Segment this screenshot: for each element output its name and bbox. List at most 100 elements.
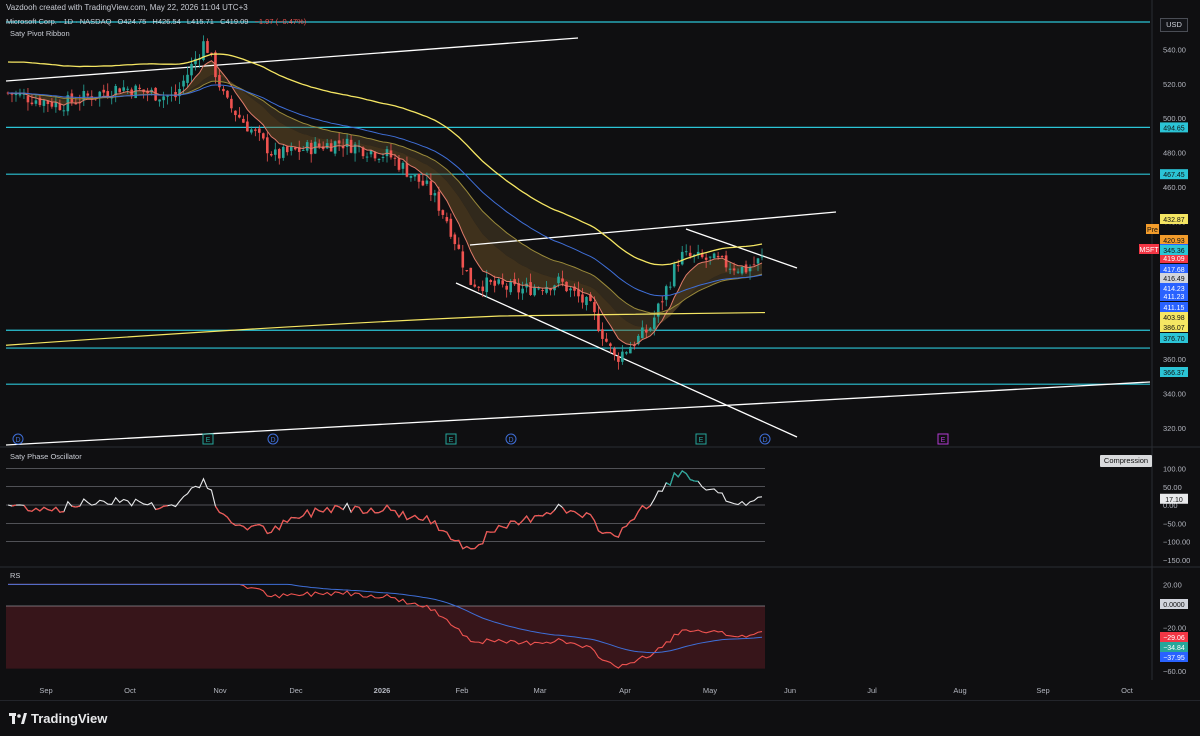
candle-body [601,329,604,339]
candle-body [226,90,229,98]
candle-body [457,244,461,249]
candle-body [126,88,129,90]
candle-body [648,328,652,331]
tradingview-logo[interactable]: TradingView [9,711,107,726]
candle-body [393,157,397,159]
candle-body [453,234,457,245]
candle-body [756,258,760,264]
candle-body [377,159,381,161]
event-marker-label: E [699,437,704,444]
rs-tick-label: −60.00 [1163,667,1186,676]
candle-body [489,280,493,282]
candle-body [449,218,453,237]
candle-body [541,290,544,292]
candle-body [385,149,389,157]
candle-body [712,253,716,259]
ribbon-indicator-label[interactable]: Saty Pivot Ribbon [10,29,70,38]
price-badge-label: 411.23 [1164,294,1185,301]
oscillator-indicator-label[interactable]: Saty Phase Oscillator [10,452,82,461]
candle-body [238,114,241,118]
price-badge-label: 366.37 [1163,370,1185,377]
ohlc-change: −1.97 (−0.47%) [254,17,307,26]
rs-tick-label: −20.00 [1163,624,1186,633]
candle-body [609,343,612,346]
candle-body [641,327,644,339]
candle-body [158,99,161,102]
price-tick-label: 460.00 [1163,183,1186,192]
chart-canvas[interactable]: DEDEDEDE 320.00340.00360.00380.00400.004… [0,0,1200,700]
level-badge-label: 467.45 [1163,172,1185,179]
oscillator-tick-label: −150.00 [1163,556,1190,565]
candle-body [281,146,285,158]
candle-body [182,80,185,87]
candle-body [485,277,489,293]
candle-body [581,294,584,303]
time-tick-label: Sep [1036,686,1049,695]
candle-body [481,286,485,292]
candle-body [26,96,30,103]
price-tick-label: 540.00 [1163,45,1186,54]
candle-body [676,265,680,267]
candle-body [325,143,329,149]
candle-body [230,98,233,109]
time-tick-label: Mar [534,686,547,695]
candle-body [752,264,756,266]
tradingview-logo-icon [9,712,27,724]
time-tick-label: Oct [1121,686,1134,695]
candle-body [246,121,249,132]
candle-body [166,95,169,97]
event-marker-label: E [449,437,454,444]
candle-body [409,175,413,178]
time-tick-label: Jun [784,686,796,695]
candle-body [724,255,728,268]
candle-body [289,146,293,151]
candle-body [613,348,616,356]
time-tick-label: Aug [953,686,966,695]
candle-body [716,255,720,258]
candle-body [262,133,265,139]
price-badge-label: 376.70 [1163,336,1185,343]
currency-selector[interactable]: USD [1160,18,1188,32]
oscillator-value-label: 17.10 [1165,497,1183,504]
candle-body [533,287,536,296]
candle-body [760,256,764,258]
price-tick-label: 480.00 [1163,149,1186,158]
time-tick-label: 2026 [374,686,391,695]
event-marker-label: D [508,437,513,444]
candle-body [617,356,620,362]
event-marker-label: E [941,437,946,444]
price-tick-label: 340.00 [1163,389,1186,398]
time-tick-label: Jul [867,686,877,695]
price-badge-label: 420.93 [1163,238,1185,245]
rs-value-label: 0.0000 [1163,602,1185,609]
candle-body [397,158,401,170]
candle-body [505,285,508,290]
oscillator-tick-label: −50.00 [1163,519,1186,528]
rs-indicator-label[interactable]: RS [10,571,20,580]
candle-body [521,288,524,294]
candle-body [732,268,736,271]
candle-body [301,149,305,151]
candle-body [254,129,257,131]
candle-body [258,128,261,133]
oscillator-tick-label: −100.00 [1163,538,1190,547]
candle-body [242,118,245,123]
rs-value-label: −34.84 [1163,645,1185,652]
candle-body [250,129,253,133]
footer-bar: TradingView [0,700,1200,736]
time-tick-label: May [703,686,717,695]
symbol-legend: Microsoft Corp. · 1D · NASDAQ O424.75 H4… [6,17,310,26]
candle-body [42,100,46,106]
time-tick-label: Sep [39,686,52,695]
candle-body [704,257,708,260]
candle-body [425,180,429,184]
candle-body [509,281,512,293]
price-tick-label: 520.00 [1163,80,1186,89]
candle-body [62,110,66,112]
symbol-name[interactable]: Microsoft Corp. · 1D · NASDAQ [6,17,111,26]
candle-body [708,256,712,258]
candle-body [317,143,321,147]
candle-body [664,286,668,300]
price-tick-label: 360.00 [1163,355,1186,364]
time-tick-label: Apr [619,686,631,695]
